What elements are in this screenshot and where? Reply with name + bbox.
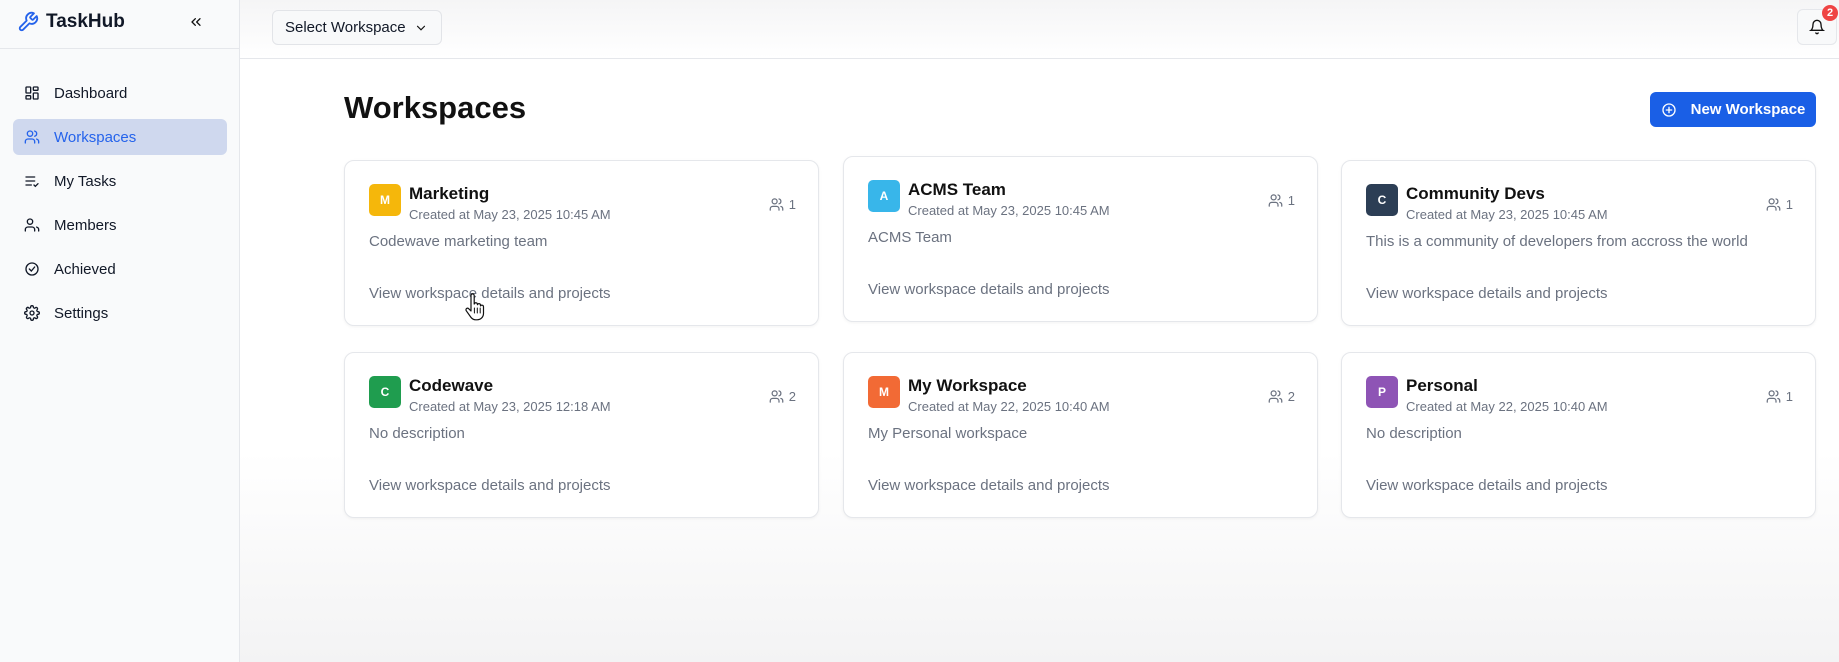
workspace-card[interactable]: A ACMS Team Created at May 23, 2025 10:4… <box>843 156 1318 322</box>
member-count-value: 1 <box>1785 197 1793 212</box>
member-count: 1 <box>1766 197 1793 212</box>
workspace-name: Marketing <box>409 184 490 203</box>
member-count-value: 1 <box>1785 389 1793 404</box>
workspace-description: This is a community of developers from a… <box>1366 233 1748 250</box>
users-icon <box>1268 390 1283 403</box>
workspace-avatar: C <box>369 376 401 408</box>
dashboard-icon <box>25 86 39 100</box>
sidebar-nav: Dashboard Workspaces My Tasks Members Ac… <box>13 75 227 339</box>
new-workspace-label: New Workspace <box>1690 101 1806 118</box>
plus-circle-icon <box>1661 102 1676 117</box>
workspace-select[interactable]: Select Workspace <box>272 10 442 45</box>
users-icon <box>769 198 784 211</box>
workspace-details-link[interactable]: View workspace details and projects <box>369 285 611 302</box>
workspace-description: No description <box>369 425 465 442</box>
member-count: 1 <box>1766 389 1793 404</box>
sidebar-item-settings[interactable]: Settings <box>13 295 227 331</box>
workspace-created: Created at May 22, 2025 10:40 AM <box>908 399 1110 414</box>
gear-icon <box>24 305 40 321</box>
sidebar-item-achieved[interactable]: Achieved <box>13 251 227 287</box>
workspace-card[interactable]: C Codewave Created at May 23, 2025 12:18… <box>344 352 819 518</box>
sidebar-item-my-tasks[interactable]: My Tasks <box>13 163 227 199</box>
workspace-description: ACMS Team <box>868 229 952 246</box>
workspace-name: Community Devs <box>1406 184 1545 203</box>
member-count: 2 <box>769 389 796 404</box>
sidebar-item-label: Workspaces <box>54 128 137 146</box>
workspace-description: My Personal workspace <box>868 425 1028 442</box>
notification-badge: 2 <box>1822 5 1838 21</box>
workspace-created: Created at May 23, 2025 10:45 AM <box>1406 207 1608 222</box>
new-workspace-button[interactable]: New Workspace <box>1650 92 1816 127</box>
users-icon <box>1268 194 1283 207</box>
workspace-created: Created at May 23, 2025 12:18 AM <box>409 399 611 414</box>
member-count-value: 2 <box>788 389 796 404</box>
workspace-description: Codewave marketing team <box>369 233 548 250</box>
users-icon <box>1766 390 1781 403</box>
divider <box>0 48 240 49</box>
member-count-value: 1 <box>1287 193 1295 208</box>
workspace-created: Created at May 23, 2025 10:45 AM <box>409 207 611 222</box>
member-count: 2 <box>1268 389 1295 404</box>
workspace-name: My Workspace <box>908 376 1027 395</box>
workspace-card[interactable]: M Marketing Created at May 23, 2025 10:4… <box>344 160 819 326</box>
workspace-created: Created at May 22, 2025 10:40 AM <box>1406 399 1608 414</box>
sidebar-item-label: Members <box>54 216 117 234</box>
users-icon <box>1766 198 1781 211</box>
users-icon <box>24 130 40 144</box>
sidebar-item-label: Achieved <box>54 260 116 278</box>
workspace-details-link[interactable]: View workspace details and projects <box>868 281 1110 298</box>
workspace-avatar: A <box>868 180 900 212</box>
users-icon <box>769 390 784 403</box>
workspace-name: Codewave <box>409 376 494 395</box>
workspace-details-link[interactable]: View workspace details and projects <box>868 477 1110 494</box>
sidebar-item-label: My Tasks <box>54 172 117 190</box>
workspace-details-link[interactable]: View workspace details and projects <box>1366 477 1608 494</box>
page-title: Workspaces <box>344 90 527 125</box>
workspace-select-label: Select Workspace <box>285 19 406 36</box>
wrench-icon <box>16 10 40 34</box>
chevrons-left-icon <box>191 17 201 26</box>
collapse-sidebar-button[interactable] <box>184 10 208 34</box>
notifications-button[interactable]: 2 <box>1797 5 1838 45</box>
main-content: Workspaces New Workspace M Marketing Cre… <box>240 60 1839 662</box>
app-name: TaskHub <box>46 11 125 32</box>
member-count: 1 <box>1268 193 1295 208</box>
bell-icon <box>1809 19 1825 35</box>
workspace-name: Personal <box>1406 376 1478 395</box>
workspace-card[interactable]: P Personal Created at May 22, 2025 10:40… <box>1341 352 1816 518</box>
workspace-name: ACMS Team <box>908 180 1006 199</box>
sidebar: TaskHub Dashboard Workspaces My Tasks Me… <box>0 0 240 662</box>
sidebar-item-workspaces[interactable]: Workspaces <box>13 119 227 155</box>
sidebar-item-label: Settings <box>54 304 109 322</box>
sidebar-item-label: Dashboard <box>54 84 128 102</box>
sidebar-item-dashboard[interactable]: Dashboard <box>13 75 227 111</box>
user-icon <box>24 218 40 232</box>
workspace-description: No description <box>1366 425 1462 442</box>
workspace-card[interactable]: M My Workspace Created at May 22, 2025 1… <box>843 352 1318 518</box>
workspace-avatar: C <box>1366 184 1398 216</box>
list-check-icon <box>25 176 39 188</box>
workspace-avatar: M <box>868 376 900 408</box>
member-count: 1 <box>769 197 796 212</box>
workspace-card[interactable]: C Community Devs Created at May 23, 2025… <box>1341 160 1816 326</box>
sidebar-item-members[interactable]: Members <box>13 207 227 243</box>
check-circle-icon <box>25 262 39 276</box>
brand[interactable]: TaskHub <box>16 8 125 36</box>
member-count-value: 1 <box>788 197 796 212</box>
chevron-down-icon <box>416 25 425 31</box>
member-count-value: 2 <box>1287 389 1295 404</box>
workspace-details-link[interactable]: View workspace details and projects <box>369 477 611 494</box>
workspace-details-link[interactable]: View workspace details and projects <box>1366 285 1608 302</box>
workspace-avatar: P <box>1366 376 1398 408</box>
workspace-created: Created at May 23, 2025 10:45 AM <box>908 203 1110 218</box>
workspace-avatar: M <box>369 184 401 216</box>
topbar: Select Workspace 2 <box>240 0 1839 59</box>
